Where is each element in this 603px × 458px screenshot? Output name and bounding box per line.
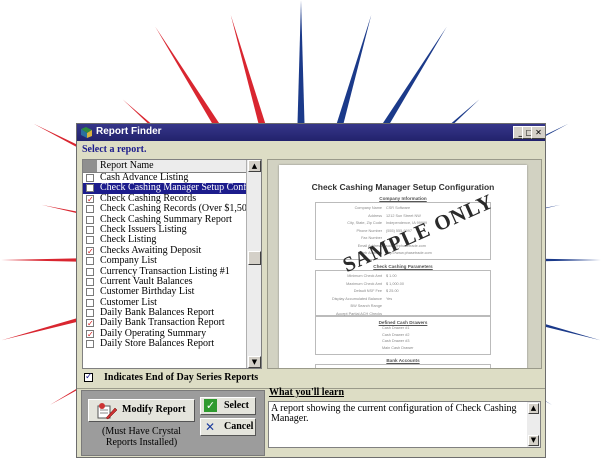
bank-accounts-heading: Bank Accounts [386,358,420,363]
cancel-x-icon: ✕ [205,420,216,434]
app-icon [81,127,92,138]
preview-field-label: Accept Partial ACH Checks [335,311,382,316]
scroll-up-button[interactable]: ▲ [248,160,261,172]
report-row[interactable]: Daily Store Balances Report [83,338,248,350]
modify-report-label: Modify Report [122,404,186,415]
end-of-day-checkbox[interactable]: ✓ [84,373,93,382]
select-label: Select [224,400,249,411]
preview-field-value: Yes [386,296,393,301]
report-checkbox[interactable] [86,309,94,318]
report-checkbox[interactable]: ✓ [86,319,94,328]
close-button[interactable]: ✕ [531,126,545,139]
preview-field-label: Company Name [354,206,382,210]
scroll-down-button[interactable]: ▼ [248,356,261,368]
button-panel: Modify Report (Must Have Crystal Reports… [81,390,265,456]
report-checkbox[interactable] [86,215,94,224]
cash-drawers-box: Cash Drawer #1 Cash Drawer #2 Cash Drawer … [315,316,491,355]
bank-accounts-box [315,364,491,368]
report-checkbox[interactable] [86,288,94,297]
preview-report-title: Check Cashing Manager Setup Configuratio… [311,182,495,192]
preview-field-label: BW Search Range [350,304,382,308]
select-report-prompt: Select a report. [82,144,147,155]
report-preview-pane: Check Cashing Manager Setup Configuratio… [267,159,542,369]
cancel-label: Cancel [224,421,254,432]
report-row[interactable]: Company List [83,255,248,267]
title-bar[interactable]: Report Finder _ □ ✕ [77,124,545,141]
preview-field-label: Default NSF Fee [353,289,382,293]
report-checkbox[interactable] [86,184,94,193]
preview-field-label: Display Accumulated Balance [331,296,382,301]
description-scroll-up[interactable]: ▲ [528,403,539,414]
cash-drawer-item: Cash Drawer #1 [382,326,410,330]
report-checkbox[interactable]: ✓ [86,194,94,203]
report-name: Company List [100,255,157,267]
report-checkbox[interactable] [86,205,94,214]
crystal-reports-note: (Must Have Crystal Reports Installed) [102,426,181,448]
preview-field-value: $ 1.00 [386,274,397,278]
cash-drawer-item: Main Cash Drawer [382,345,414,350]
report-finder-window: Report Finder _ □ ✕ Select a report. Rep… [76,123,546,458]
report-checkbox[interactable] [86,257,94,266]
report-rows: Cash Advance Listing Check Cashing Manage… [83,172,255,350]
window-title: Report Finder [96,126,162,137]
preview-field-label: Address [368,213,382,218]
checkmark-icon: ✓ [204,399,217,412]
modify-report-icon [97,403,118,420]
preview-field-label: Phone Number [356,228,382,233]
description-scrollbar[interactable]: ▲ ▼ [527,402,540,447]
what-youll-learn-heading: What you'll learn [269,387,345,398]
preview-field-label: Maximum Check Amt [346,281,382,286]
report-row[interactable]: Check Cashing Records (Over $1,500) [83,203,255,214]
header-checkbox-column [83,160,97,172]
end-of-day-label: Indicates End of Day Series Reports [104,372,259,383]
cancel-button[interactable]: ✕ Cancel [200,418,256,436]
report-checkbox[interactable] [86,298,94,307]
report-name-column-header: Report Name [100,160,154,171]
report-description-text: A report showing the current configurati… [271,403,517,424]
preview-field-value: $ 25.00 [386,289,399,293]
check-params-box: Minimum Check Amt $ 1.00 Maximum Check Amt… [315,270,491,316]
report-checkbox[interactable] [86,174,94,182]
preview-field-value: 1212 Sun Street NW [386,213,421,218]
report-checkbox[interactable] [86,340,94,349]
report-preview-page: Check Cashing Manager Setup Configuratio… [279,165,527,368]
report-checkbox[interactable] [86,277,94,286]
description-scroll-down[interactable]: ▼ [528,435,539,446]
report-checkbox[interactable] [86,267,94,276]
report-checkbox[interactable] [86,236,94,245]
check-params-heading: Check Cashing Parameters [373,264,433,269]
modify-report-button[interactable]: Modify Report [88,399,195,422]
report-name: Daily Store Balances Report [100,338,215,350]
select-button[interactable]: ✓ Select [200,397,256,415]
preview-field-value: CSR Software [386,206,411,210]
preview-field-label: City, State, Zip Code [347,221,382,225]
report-checkbox[interactable] [86,225,94,234]
report-list-scrollbar[interactable]: ▲ ▼ [246,160,261,368]
preview-field-value: $ 1,000.00 [386,281,404,286]
report-description-box[interactable]: A report showing the current configurati… [268,401,541,448]
report-checkbox[interactable]: ✓ [86,329,94,338]
cash-drawer-item: Cash Drawer #2 [382,332,410,337]
cash-drawer-item: Cash Drawer #3 [382,339,410,343]
report-checkbox[interactable]: ✓ [86,246,94,255]
report-list[interactable]: Report Name Cash Advance Listing Check Ca… [82,159,262,369]
scroll-thumb[interactable] [248,251,261,265]
